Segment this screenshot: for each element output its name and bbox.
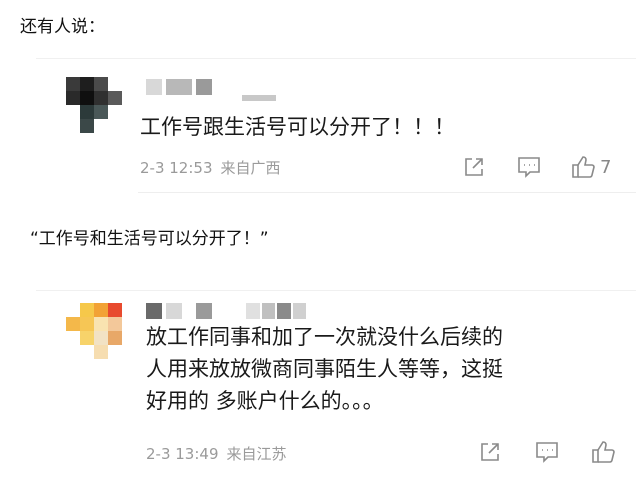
quote-text: “工作号和生活号可以分开了！”: [30, 229, 269, 249]
username-blurred: [246, 303, 306, 319]
comment-time: 2-3 13:49: [146, 445, 219, 463]
comment-button[interactable]: [534, 440, 560, 464]
share-button[interactable]: [462, 155, 486, 179]
comment-actions: [478, 439, 620, 465]
thumbs-up-icon: [572, 156, 595, 178]
comment-meta: 2-3 13:49 来自江苏: [146, 443, 287, 464]
comment-line: 放工作同事和加了一次就没什么后续的: [146, 325, 503, 349]
comment-card: 放工作同事和加了一次就没什么后续的 人用来放放微商同事陌生人等等，这挺 好用的 …: [36, 290, 636, 480]
comment-time: 2-3 12:53: [140, 159, 213, 177]
avatar[interactable]: [66, 303, 122, 359]
comment-line: 好用的 多账户什么的。。。: [146, 389, 384, 413]
username-blurred[interactable]: [146, 303, 182, 319]
comment-text: 工作号跟生活号可以分开了！！！: [140, 115, 455, 139]
comment-button[interactable]: [516, 155, 542, 179]
share-button[interactable]: [478, 440, 502, 464]
comment-source: 来自广西: [220, 159, 281, 177]
comment-card: 工作号跟生活号可以分开了！！！ 2-3 12:53 来自广西 7: [36, 58, 636, 198]
thumbs-up-icon: [592, 441, 615, 463]
share-icon: [481, 443, 499, 461]
like-count: 7: [600, 156, 612, 178]
comment-meta: 2-3 12:53 来自广西: [140, 157, 281, 178]
username-blurred[interactable]: [146, 79, 212, 95]
divider: [138, 192, 636, 193]
comment-text: 放工作同事和加了一次就没什么后续的 人用来放放微商同事陌生人等等，这挺 好用的 …: [146, 321, 616, 417]
comment-icon: [518, 157, 540, 178]
like-button[interactable]: 7: [570, 154, 611, 180]
comment-actions: 7: [462, 154, 611, 180]
like-button[interactable]: [590, 439, 620, 465]
comment-line: 人用来放放微商同事陌生人等等，这挺: [146, 357, 503, 381]
comment-icon: [536, 442, 558, 463]
username-blurred-tail: [242, 95, 276, 101]
intro-text: 还有人说：: [20, 17, 105, 37]
avatar[interactable]: [66, 77, 122, 133]
share-icon: [465, 158, 483, 176]
comment-source: 来自江苏: [226, 445, 287, 463]
username-blurred: [196, 303, 212, 319]
